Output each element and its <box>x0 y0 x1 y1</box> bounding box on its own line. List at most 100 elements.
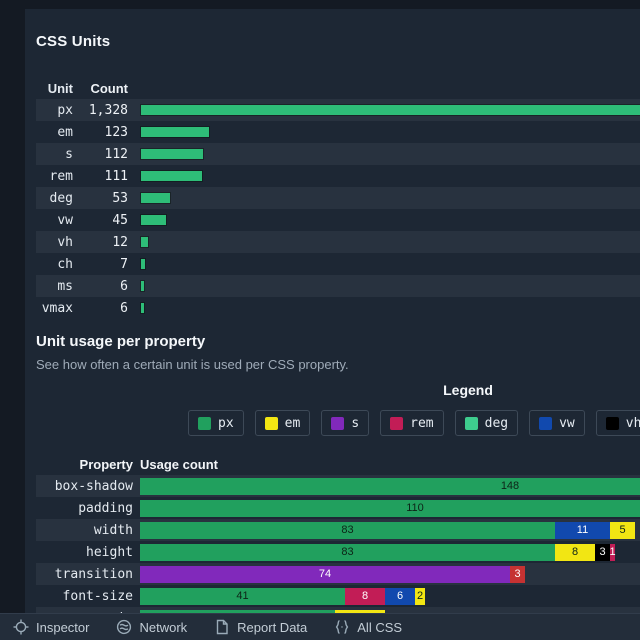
unit-bar-track <box>141 237 640 247</box>
property-row: padding 110 <box>36 497 640 519</box>
property-stacked-bar: 83831 <box>140 544 615 561</box>
unit-label: vh <box>36 235 73 250</box>
unit-table-row: px1,328 <box>36 99 640 121</box>
unit-table-row: rem111 <box>36 165 640 187</box>
unit-count-bar <box>141 303 144 313</box>
property-row: height 83831 <box>36 541 640 563</box>
css-analyzer-panel: CSS Units Unit Count px1,328em123s112rem… <box>25 9 640 640</box>
legend-swatch-rem <box>390 417 403 430</box>
bar-segment-px: 148 <box>140 478 640 495</box>
legend-item-vw[interactable]: vw <box>529 410 585 436</box>
toolbar-item-label: All CSS <box>357 620 402 635</box>
unit-count-bar <box>141 259 145 269</box>
legend-item-label: s <box>351 416 359 431</box>
unit-count-bar <box>141 127 209 137</box>
bar-segment-px: 83 <box>140 544 555 561</box>
legend-swatch-vw <box>539 417 552 430</box>
unit-count-value: 53 <box>73 191 128 206</box>
section-title: Unit usage per property <box>36 333 640 350</box>
bar-segment-em: 2 <box>415 588 425 605</box>
unit-count-value: 111 <box>73 169 128 184</box>
bar-segment-px: 41 <box>140 588 345 605</box>
unit-label: deg <box>36 191 73 206</box>
legend-item-label: rem <box>410 416 433 431</box>
legend-item-label: px <box>218 416 234 431</box>
network-icon <box>116 619 132 635</box>
legend-item-vh[interactable]: vh <box>596 410 640 436</box>
legend-item-s[interactable]: s <box>321 410 369 436</box>
legend-item-label: vw <box>559 416 575 431</box>
unit-count-value: 45 <box>73 213 128 228</box>
bar-segment-em: 5 <box>610 522 635 539</box>
unit-table-row: ms6 <box>36 275 640 297</box>
unit-bar-track <box>141 127 640 137</box>
unit-label: rem <box>36 169 73 184</box>
legend-item-label: deg <box>485 416 508 431</box>
unit-bar-track <box>141 303 640 313</box>
unit-label: vw <box>36 213 73 228</box>
property-label: padding <box>36 501 133 516</box>
toolbar-item-network[interactable]: Network <box>116 619 187 635</box>
toolbar-item-label: Network <box>139 620 187 635</box>
toolbar-item-label: Inspector <box>36 620 89 635</box>
unit-bar-track <box>141 215 640 225</box>
legend-item-rem[interactable]: rem <box>380 410 443 436</box>
unit-bar-track <box>141 193 640 203</box>
legend-swatch-px <box>198 417 211 430</box>
legend-swatch-deg <box>465 417 478 430</box>
property-row: transition743 <box>36 563 640 585</box>
property-row: width 83115 <box>36 519 640 541</box>
unit-label: s <box>36 147 73 162</box>
unit-count-bar <box>141 171 202 181</box>
unit-usage-chart: Property Usage count box-shadow 148 paddin… <box>36 453 640 640</box>
unit-label: vmax <box>36 301 73 316</box>
section-subtitle: See how often a certain unit is used per… <box>36 357 640 372</box>
devtools-toolbar: Inspector Network Report Data All CSS <box>0 613 640 640</box>
unit-column-header: Unit <box>36 81 73 96</box>
unit-bar-track <box>141 105 640 115</box>
toolbar-item-inspector[interactable]: Inspector <box>13 619 89 635</box>
unit-bar-track <box>141 149 640 159</box>
property-label: box-shadow <box>36 479 133 494</box>
legend-item-label: em <box>285 416 301 431</box>
property-chart-header: Property Usage count <box>36 453 640 475</box>
unit-count-value: 6 <box>73 279 128 294</box>
property-stacked-bar: 110 <box>140 500 640 517</box>
property-row: font-size41862 <box>36 585 640 607</box>
unit-label: px <box>36 103 73 118</box>
bar-segment-em: 8 <box>555 544 595 561</box>
bar-segment-vw: 6 <box>385 588 415 605</box>
unit-count-value: 6 <box>73 301 128 316</box>
unit-count-value: 123 <box>73 125 128 140</box>
legend-item-px[interactable]: px <box>188 410 244 436</box>
page-title: CSS Units <box>36 33 640 50</box>
unit-count-bar <box>141 193 170 203</box>
legend-item-em[interactable]: em <box>255 410 311 436</box>
unit-table-row: vmax6 <box>36 297 640 319</box>
unit-table-row: ch7 <box>36 253 640 275</box>
screen: CSS Units Unit Count px1,328em123s112rem… <box>0 0 640 640</box>
unit-count-bar <box>141 215 166 225</box>
unit-count-value: 12 <box>73 235 128 250</box>
bar-segment-ms: 3 <box>510 566 525 583</box>
bar-segment-px: 83 <box>140 522 555 539</box>
unit-count-bar <box>141 149 203 159</box>
bar-segment-s: 74 <box>140 566 510 583</box>
all-css-braces-icon <box>334 619 350 635</box>
property-label: height <box>36 545 133 560</box>
unit-count-bar <box>141 237 148 247</box>
toolbar-item-label: Report Data <box>237 620 307 635</box>
legend: Legend pxemsremdegvwvhchms <box>36 382 640 436</box>
unit-table-row: deg53 <box>36 187 640 209</box>
property-stacked-bar: 83115 <box>140 522 635 539</box>
bar-segment-vw: 11 <box>555 522 610 539</box>
unit-count-value: 1,328 <box>73 103 128 118</box>
inspector-crosshair-icon <box>13 619 29 635</box>
toolbar-item-all-css[interactable]: All CSS <box>334 619 402 635</box>
unit-table-row: s112 <box>36 143 640 165</box>
unit-bar-track <box>141 259 640 269</box>
toolbar-item-report-data[interactable]: Report Data <box>214 619 307 635</box>
legend-item-deg[interactable]: deg <box>455 410 518 436</box>
property-label: width <box>36 523 133 538</box>
unit-label: em <box>36 125 73 140</box>
